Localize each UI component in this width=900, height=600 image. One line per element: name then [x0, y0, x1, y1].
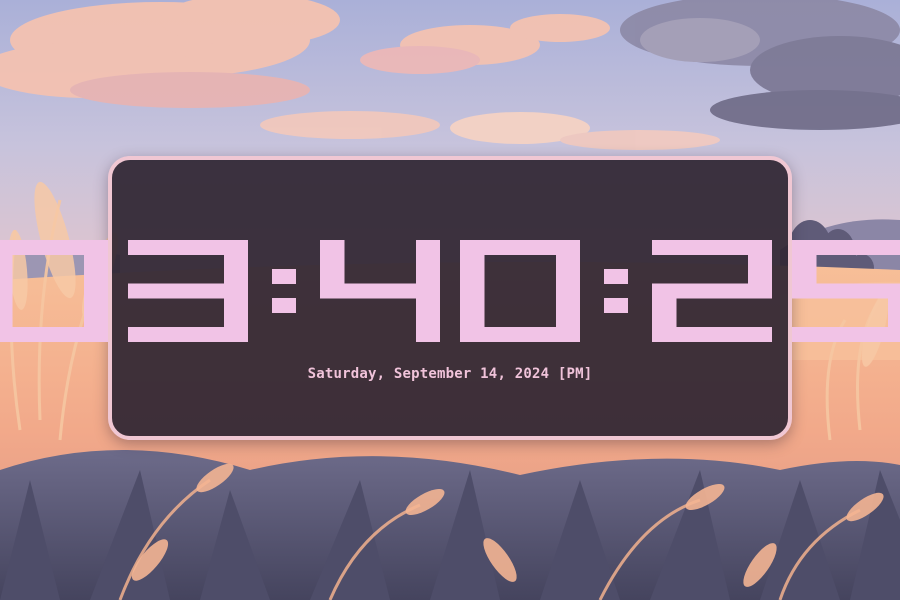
- time-digit-minutes-tens: [320, 240, 440, 342]
- time-separator: [272, 269, 296, 313]
- clock-time: [0, 240, 900, 344]
- time-digit-minutes-ones: [460, 240, 580, 342]
- clock-period: [PM]: [557, 366, 593, 382]
- time-separator: [604, 269, 628, 313]
- clock-date: Saturday, September 14, 2024: [307, 366, 550, 382]
- time-digit-hours-ones: [128, 240, 248, 342]
- time-digit-seconds-tens: [652, 240, 772, 342]
- time-digit-seconds-ones: [792, 240, 900, 342]
- clock-widget: Saturday, September 14, 2024 [PM]: [0, 156, 900, 440]
- time-digit-hours-tens: [0, 240, 108, 342]
- clock-date-line: Saturday, September 14, 2024 [PM]: [112, 366, 788, 382]
